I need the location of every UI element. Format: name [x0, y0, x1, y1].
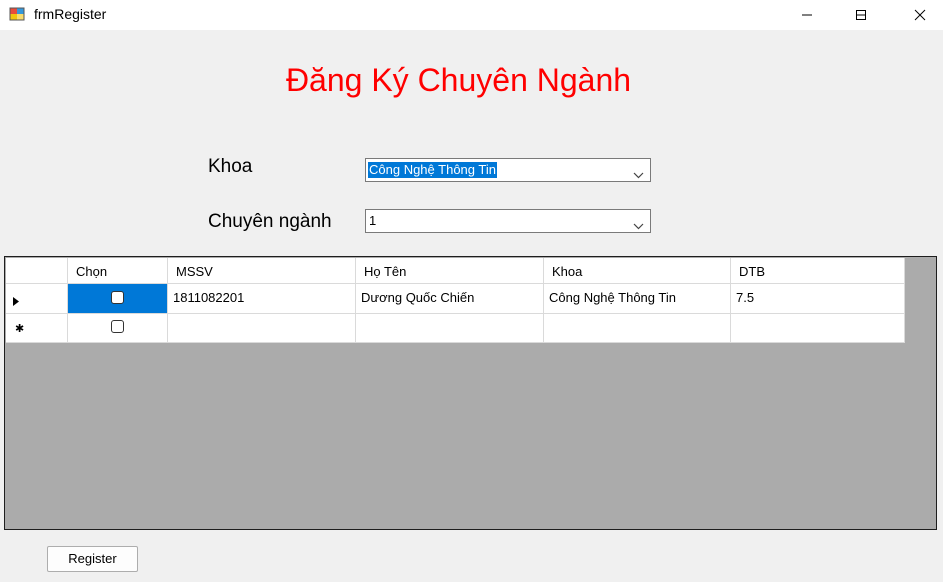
register-button[interactable]: Register: [47, 546, 138, 572]
close-button[interactable]: [897, 0, 943, 30]
column-header-chon[interactable]: Chọn: [68, 258, 168, 284]
grid-corner-header: [6, 258, 68, 284]
maximize-icon: [856, 10, 866, 20]
app-icon: [9, 6, 25, 22]
chon-checkbox[interactable]: [111, 291, 124, 304]
new-row-checkbox[interactable]: [111, 320, 124, 333]
chevron-down-icon: [633, 217, 644, 235]
table-row-cell-dtb[interactable]: 7.5: [731, 284, 905, 314]
new-row-cell-khoa[interactable]: [544, 314, 731, 343]
new-row-cell-chon[interactable]: [68, 314, 168, 343]
window-title: frmRegister: [34, 6, 107, 22]
new-row-cell-mssv[interactable]: [168, 314, 356, 343]
chuyennganh-select[interactable]: 1: [365, 209, 651, 233]
close-icon: [914, 9, 926, 21]
column-header-mssv[interactable]: MSSV: [168, 258, 356, 284]
minimize-button-slot[interactable]: [784, 0, 830, 30]
row-header-current[interactable]: [6, 284, 68, 314]
page-title: Đăng Ký Chuyên Ngành: [285, 62, 632, 98]
column-header-hoten[interactable]: Họ Tên: [356, 258, 544, 284]
chuyennganh-label: Chuyên ngành: [208, 211, 332, 232]
new-row-asterisk-icon: ✱: [15, 323, 25, 335]
table-row-cell-mssv[interactable]: 1811082201: [168, 284, 356, 314]
table-row-cell-hoten[interactable]: Dương Quốc Chiến: [356, 284, 544, 314]
chuyennganh-selected-value: 1: [369, 213, 377, 228]
maximize-button[interactable]: [838, 0, 884, 30]
table-row-cell-chon[interactable]: [68, 284, 168, 314]
title-bar: frmRegister: [0, 0, 943, 30]
column-header-khoa[interactable]: Khoa: [544, 258, 731, 284]
khoa-selected-value: Công Nghệ Thông Tin: [368, 162, 497, 178]
column-header-dtb[interactable]: DTB: [731, 258, 905, 284]
students-grid[interactable]: Chọn MSSV Họ Tên Khoa DTB 1811082201 Dươ…: [4, 256, 937, 530]
current-row-arrow-icon: [13, 294, 19, 309]
row-header-new[interactable]: ✱: [6, 314, 68, 343]
khoa-label: Khoa: [208, 156, 253, 177]
table-row-cell-khoa[interactable]: Công Nghệ Thông Tin: [544, 284, 731, 314]
chevron-down-icon: [633, 166, 644, 184]
minimize-icon: [802, 14, 812, 16]
khoa-select[interactable]: Công Nghệ Thông Tin: [365, 158, 651, 182]
new-row-cell-dtb[interactable]: [731, 314, 905, 343]
new-row-cell-hoten[interactable]: [356, 314, 544, 343]
